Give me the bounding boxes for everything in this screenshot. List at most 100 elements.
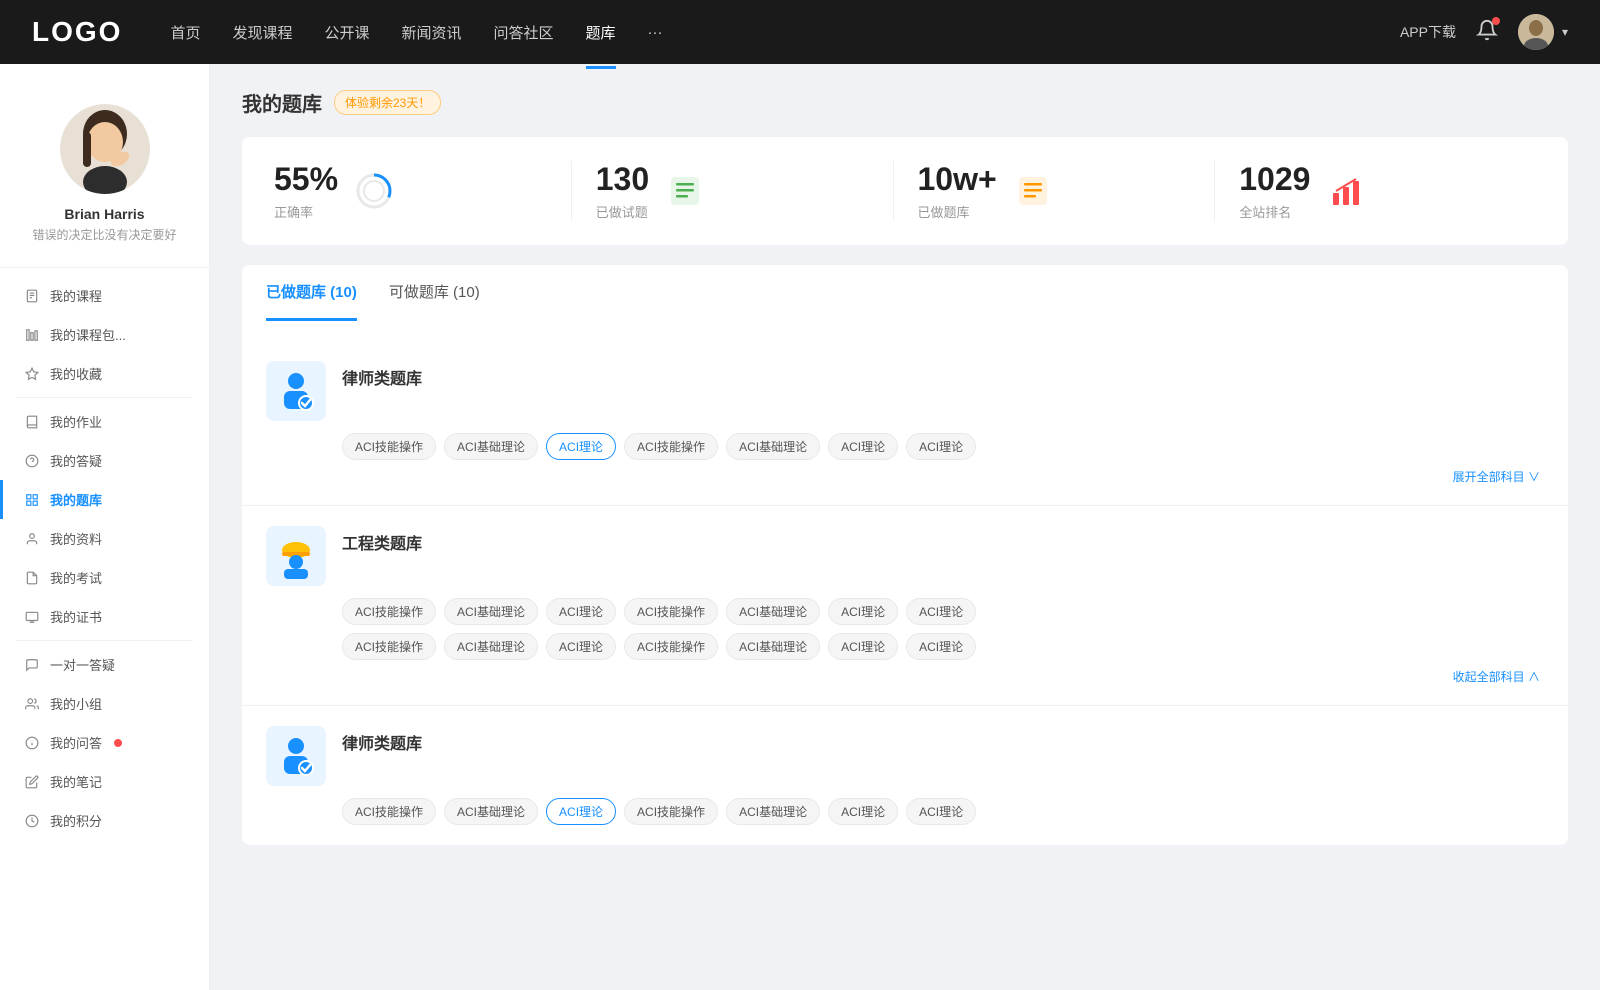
stat-banks-label: 已做题库 [918, 202, 997, 221]
tab-done[interactable]: 已做题库 (10) [266, 265, 357, 321]
sidebar-item-points[interactable]: 我的积分 [0, 801, 209, 840]
qbank-item-header-1: 律师类题库 [266, 361, 1544, 421]
qa-notification-dot [114, 739, 122, 747]
grid-icon [24, 492, 40, 508]
book-icon [24, 414, 40, 430]
profile-avatar [60, 104, 150, 194]
navbar-right: APP下载 ▾ [1400, 14, 1568, 50]
stat-ranking-label: 全站排名 [1239, 202, 1310, 221]
tag-2-0[interactable]: ACI技能操作 [342, 598, 436, 625]
tag-2-r2-5[interactable]: ACI理论 [828, 633, 898, 660]
stat-banks-done: 10w+ 已做题库 [894, 161, 1216, 221]
stat-banks-value: 10w+ [918, 161, 997, 198]
expand-link-1[interactable]: 展开全部科目 ∨ [266, 468, 1544, 485]
qbank-title-3: 律师类题库 [342, 726, 422, 754]
group-icon [24, 696, 40, 712]
avatar [1518, 14, 1554, 50]
sidebar-item-question-bank[interactable]: 我的题库 [0, 480, 209, 519]
nav-qa[interactable]: 问答社区 [494, 18, 554, 47]
questions-list-icon [665, 171, 705, 211]
qbank-tags-1: ACI技能操作 ACI基础理论 ACI理论 ACI技能操作 ACI基础理论 AC… [342, 433, 1544, 460]
person-icon [24, 531, 40, 547]
sidebar-item-my-qa[interactable]: 我的问答 [0, 723, 209, 762]
sidebar-item-notes[interactable]: 我的笔记 [0, 762, 209, 801]
ranking-bar-icon [1326, 171, 1366, 211]
page-header: 我的题库 体验剩余23天！ [242, 88, 1568, 117]
sidebar-menu: 我的课程 我的课程包... 我的收藏 我的作业 [0, 276, 209, 840]
sidebar-item-course-package[interactable]: 我的课程包... [0, 315, 209, 354]
sidebar-item-profile[interactable]: 我的资料 [0, 519, 209, 558]
star-icon [24, 366, 40, 382]
nav-questionbank[interactable]: 题库 [586, 18, 616, 47]
tag-1-1[interactable]: ACI基础理论 [444, 433, 538, 460]
profile-name: Brian Harris [64, 206, 144, 222]
tag-2-5[interactable]: ACI理论 [828, 598, 898, 625]
app-download-link[interactable]: APP下载 [1400, 22, 1456, 42]
tag-2-6[interactable]: ACI理论 [906, 598, 976, 625]
user-avatar-area[interactable]: ▾ [1518, 14, 1568, 50]
nav-home[interactable]: 首页 [170, 18, 200, 47]
banks-list-icon [1013, 171, 1053, 211]
tag-1-3[interactable]: ACI技能操作 [624, 433, 718, 460]
tag-2-1[interactable]: ACI基础理论 [444, 598, 538, 625]
tag-1-4[interactable]: ACI基础理论 [726, 433, 820, 460]
tag-1-6[interactable]: ACI理论 [906, 433, 976, 460]
tag-2-r2-0[interactable]: ACI技能操作 [342, 633, 436, 660]
qbank-tags-3: ACI技能操作 ACI基础理论 ACI理论 ACI技能操作 ACI基础理论 AC… [342, 798, 1544, 825]
tag-2-4[interactable]: ACI基础理论 [726, 598, 820, 625]
tag-1-2[interactable]: ACI理论 [546, 433, 616, 460]
tag-2-3[interactable]: ACI技能操作 [624, 598, 718, 625]
question-icon [24, 453, 40, 469]
collapse-link-2[interactable]: 收起全部科目 ∧ [266, 668, 1544, 685]
tag-2-r2-1[interactable]: ACI基础理论 [444, 633, 538, 660]
tag-2-r2-4[interactable]: ACI基础理论 [726, 633, 820, 660]
nav-news[interactable]: 新闻资讯 [402, 18, 462, 47]
sidebar-profile: Brian Harris 错误的决定比没有决定要好 [0, 88, 209, 268]
coin-icon [24, 813, 40, 829]
tag-2-r2-3[interactable]: ACI技能操作 [624, 633, 718, 660]
sidebar-item-favorites[interactable]: 我的收藏 [0, 354, 209, 393]
stat-ranking: 1029 全站排名 [1215, 161, 1536, 221]
qbank-item-engineer: 工程类题库 ACI技能操作 ACI基础理论 ACI理论 ACI技能操作 ACI基… [242, 506, 1568, 706]
qbank-lawyer-icon-1 [266, 361, 326, 421]
stat-questions-text: 130 已做试题 [596, 161, 649, 221]
sidebar-item-one-on-one[interactable]: 一对一答疑 [0, 645, 209, 684]
sidebar-item-courses[interactable]: 我的课程 [0, 276, 209, 315]
sidebar-item-homework[interactable]: 我的作业 [0, 402, 209, 441]
sidebar: Brian Harris 错误的决定比没有决定要好 我的课程 我的课程包... [0, 64, 210, 990]
stat-ranking-value: 1029 [1239, 161, 1310, 198]
tag-2-r2-6[interactable]: ACI理论 [906, 633, 976, 660]
nav-menu: 首页 发现课程 公开课 新闻资讯 问答社区 题库 ··· [170, 18, 1400, 47]
tag-1-0[interactable]: ACI技能操作 [342, 433, 436, 460]
tag-3-4[interactable]: ACI基础理论 [726, 798, 820, 825]
tag-3-3[interactable]: ACI技能操作 [624, 798, 718, 825]
stat-questions-value: 130 [596, 161, 649, 198]
qbank-tags-2-row1: ACI技能操作 ACI基础理论 ACI理论 ACI技能操作 ACI基础理论 AC… [342, 598, 1544, 625]
tag-2-r2-2[interactable]: ACI理论 [546, 633, 616, 660]
stat-questions-label: 已做试题 [596, 202, 649, 221]
cert-icon [24, 609, 40, 625]
sidebar-item-certificate[interactable]: 我的证书 [0, 597, 209, 636]
tag-3-5[interactable]: ACI理论 [828, 798, 898, 825]
chevron-down-icon: ▾ [1562, 25, 1568, 39]
tag-3-2[interactable]: ACI理论 [546, 798, 616, 825]
sidebar-item-exam[interactable]: 我的考试 [0, 558, 209, 597]
profile-motto: 错误的决定比没有决定要好 [32, 226, 176, 243]
tab-todo[interactable]: 可做题库 (10) [389, 265, 480, 321]
qbank-item-lawyer-2: 律师类题库 ACI技能操作 ACI基础理论 ACI理论 ACI技能操作 ACI基… [242, 706, 1568, 845]
tag-3-1[interactable]: ACI基础理论 [444, 798, 538, 825]
nav-discover[interactable]: 发现课程 [232, 18, 292, 47]
tag-1-5[interactable]: ACI理论 [828, 433, 898, 460]
chat-icon [24, 657, 40, 673]
stats-card: 55% 正确率 130 已做试题 [242, 137, 1568, 245]
tag-2-2[interactable]: ACI理论 [546, 598, 616, 625]
qbank-title-2: 工程类题库 [342, 526, 422, 554]
notification-bell[interactable] [1476, 19, 1498, 46]
nav-more[interactable]: ··· [648, 20, 663, 45]
stat-accuracy-value: 55% [274, 161, 338, 198]
tag-3-6[interactable]: ACI理论 [906, 798, 976, 825]
nav-opencourse[interactable]: 公开课 [324, 18, 369, 47]
sidebar-item-group[interactable]: 我的小组 [0, 684, 209, 723]
sidebar-item-qa-mine[interactable]: 我的答疑 [0, 441, 209, 480]
tag-3-0[interactable]: ACI技能操作 [342, 798, 436, 825]
